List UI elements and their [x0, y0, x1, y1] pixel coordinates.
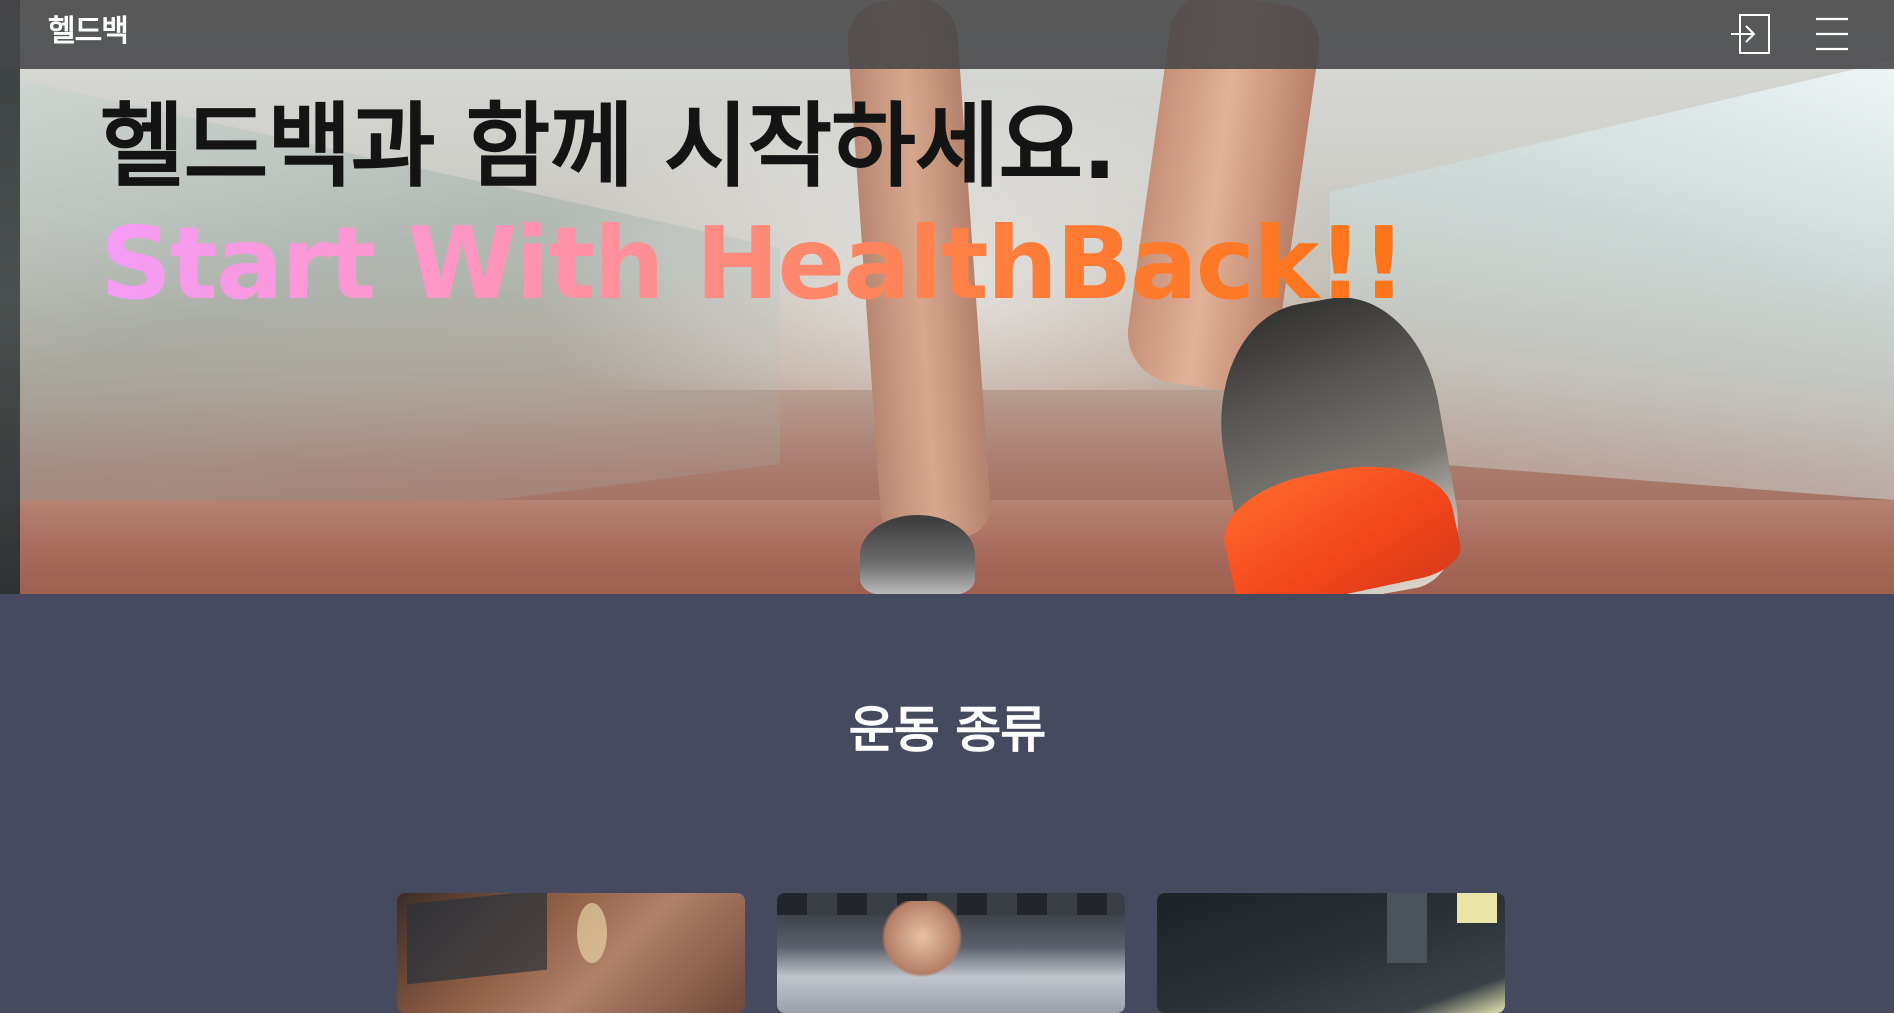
- exercise-card-2[interactable]: [777, 893, 1125, 1013]
- card-photo-detail: [577, 903, 607, 963]
- hero-bg-edge: [0, 0, 20, 594]
- brand-logo[interactable]: 헬드백: [48, 12, 129, 52]
- card-photo-detail: [882, 901, 962, 991]
- hero-banner: 헬드백과 함께 시작하세요. Start With HealthBack!!: [0, 0, 1894, 594]
- exercise-types-heading: 운동 종류: [848, 701, 1046, 759]
- hero-runner-shoe-left: [860, 515, 975, 594]
- login-icon[interactable]: [1730, 14, 1770, 54]
- exercise-card-1[interactable]: [397, 893, 745, 1013]
- hamburger-menu-icon[interactable]: [1812, 14, 1852, 54]
- card-photo-detail: [1387, 893, 1427, 963]
- hero-title-korean: 헬드백과 함께 시작하세요.: [100, 93, 1117, 200]
- top-navbar: 헬드백: [0, 0, 1894, 69]
- hero-title-english: Start With HealthBack!!: [100, 205, 1407, 322]
- exercise-card-3[interactable]: [1157, 893, 1505, 1013]
- card-photo-detail: [1457, 893, 1497, 923]
- exercise-card-list: [397, 893, 1507, 1013]
- card-photo-detail: [407, 893, 547, 985]
